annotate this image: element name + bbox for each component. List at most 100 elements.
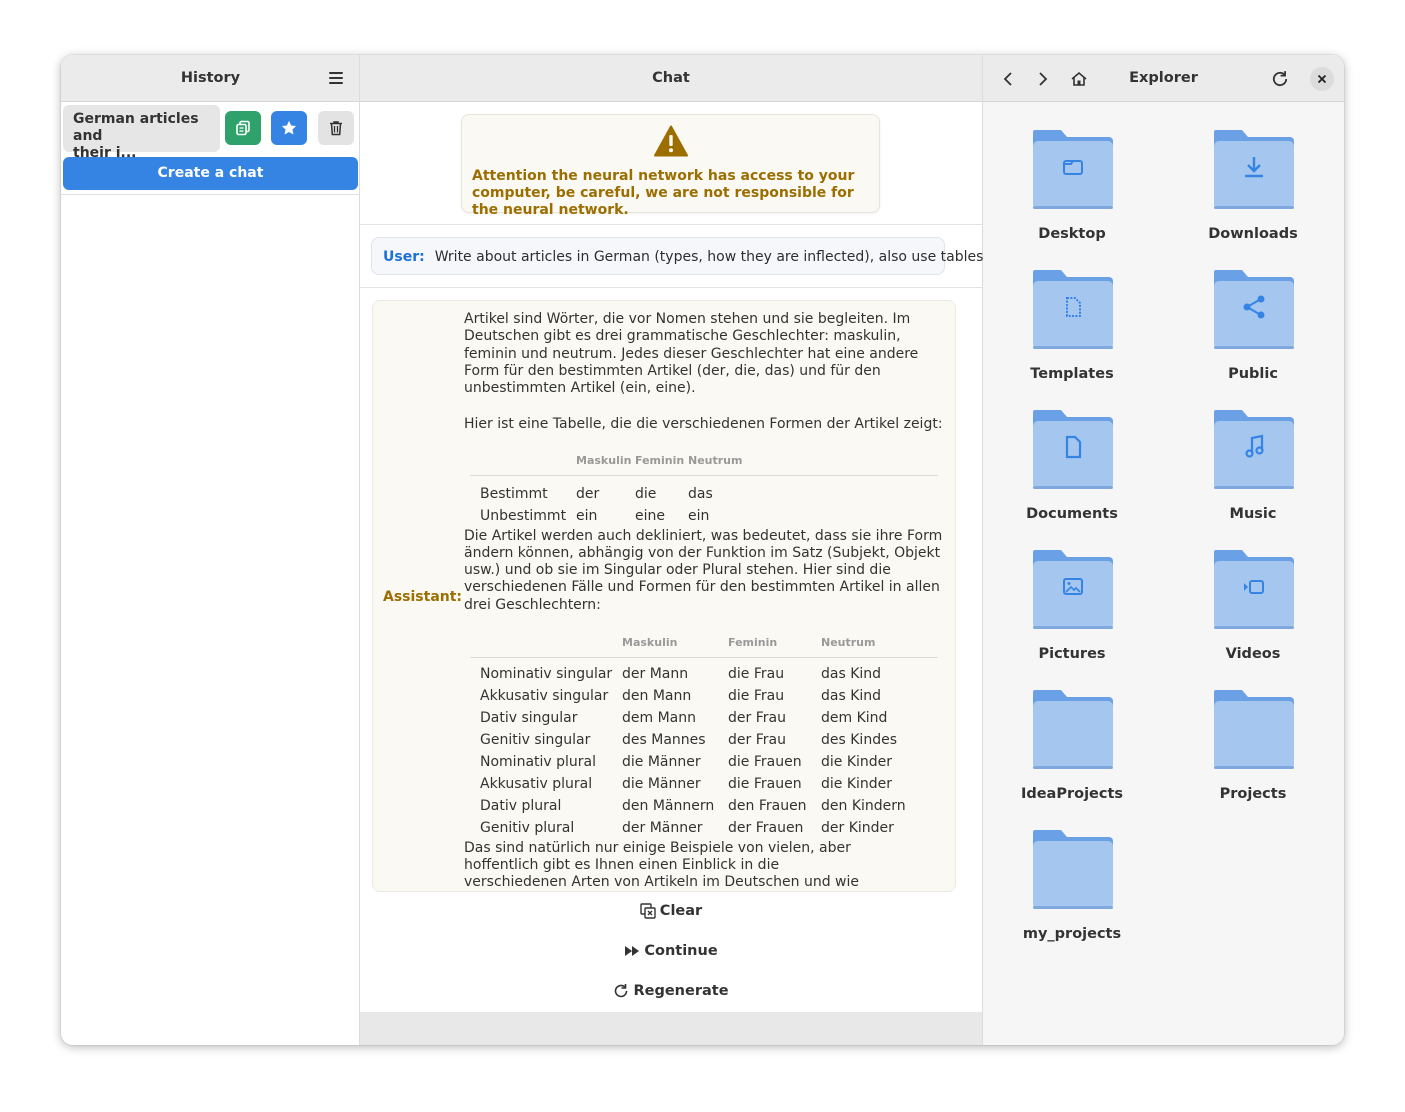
refresh-button[interactable] (1269, 68, 1291, 90)
table-cell: der Frau (728, 732, 786, 749)
table-cell: Unbestimmt (480, 507, 567, 524)
table-cell: der Männer (622, 820, 703, 837)
table-header-cell: Neutrum (688, 453, 743, 467)
table-cell: die Kinder (821, 776, 893, 793)
explorer-pane: Explorer Desktop Downloads Templates Public… (983, 55, 1344, 1045)
table-row: Akkusativ plural die Männer die Frauen die … (470, 774, 938, 796)
history-chat-row: German articles and their i... (63, 105, 358, 161)
table-cell: des Kindes (821, 732, 897, 749)
folder-templates[interactable]: Templates (1007, 258, 1137, 388)
table-cell: den Frauen (728, 798, 807, 815)
folder-projects[interactable]: Projects (1188, 678, 1318, 808)
folder-public[interactable]: Public (1188, 258, 1318, 388)
table-row: Dativ plural den Männern den Frauen den Kin… (470, 796, 938, 818)
folder-pictures[interactable]: Pictures (1007, 538, 1137, 668)
history-title: History (180, 70, 241, 86)
table-header-cell: Neutrum (821, 636, 876, 650)
table-cell: der (576, 485, 600, 502)
table-row: Akkusativ singular den Mann die Frau das Ki… (470, 686, 938, 708)
folder-documents[interactable]: Documents (1007, 398, 1137, 528)
table-cell: der Frauen (728, 820, 804, 837)
folder-icon (1214, 410, 1294, 489)
table-cell: der Kinder (821, 820, 894, 837)
favorite-chat-button[interactable] (271, 111, 307, 145)
folder-label: Pictures (1038, 646, 1106, 662)
table-row: Genitiv plural der Männer der Frauen der Ki… (470, 818, 938, 840)
folder-label: Desktop (1038, 226, 1106, 242)
fast-forward-icon (625, 946, 640, 956)
table-cell: des Mannes (622, 732, 706, 749)
table-cell: Akkusativ plural (480, 776, 593, 793)
folder-ideaprojects[interactable]: IdeaProjects (1007, 678, 1137, 808)
assistant-paragraph: Artikel sind Wörter, die vor Nomen stehe… (464, 311, 919, 397)
history-chat-item[interactable]: German articles and their i... (63, 105, 220, 161)
chat-pane: Chat Attention the neural network has ac… (360, 55, 988, 1045)
continue-button[interactable]: Continue (360, 943, 982, 959)
folder-label: my_projects (1022, 926, 1122, 942)
divider (360, 224, 982, 225)
table-header-row: Maskulin Feminin Neutrum (470, 634, 938, 658)
warning-text: Attention the neural network has access … (472, 168, 855, 218)
folder-icon (1033, 690, 1113, 769)
folder-label: IdeaProjects (1020, 786, 1124, 802)
user-message: User: Write about articles in German (typ… (371, 237, 988, 275)
table-cell: Genitiv singular (480, 732, 591, 749)
table-cell: dem Mann (622, 710, 696, 727)
clear-label: Clear (659, 903, 703, 919)
table-header-cell: Maskulin (622, 636, 678, 650)
assistant-message: Assistant: Artikel sind Wörter, die vor … (372, 300, 956, 892)
folder-label: Projects (1219, 786, 1287, 802)
table-cell: die Frau (728, 688, 785, 705)
assistant-paragraph: Das sind natürlich nur einige Beispiele … (464, 839, 859, 891)
chat-title-line: German articles and (73, 111, 199, 144)
table-cell: Nominativ singular (480, 666, 613, 683)
regenerate-label: Regenerate (633, 983, 729, 999)
table-cell: der Mann (622, 666, 689, 683)
folder-music[interactable]: Music (1188, 398, 1318, 528)
assistant-message-body: Artikel sind Wörter, die vor Nomen stehe… (464, 311, 954, 891)
folder-label: Videos (1225, 646, 1281, 662)
star-icon (281, 120, 297, 135)
table-header-cell: Maskulin (576, 453, 632, 467)
table-cell: die Männer (622, 754, 701, 771)
table-cell: das (688, 485, 713, 502)
trash-icon (330, 121, 342, 136)
table-cell: die (635, 485, 657, 502)
table-cell: den Kindern (821, 798, 906, 815)
menu-icon[interactable] (323, 69, 347, 89)
table-row: Nominativ plural die Männer die Frauen die … (470, 752, 938, 774)
close-button[interactable] (1310, 67, 1334, 91)
create-chat-button[interactable]: Create a chat (63, 157, 358, 190)
folder-label: Documents (1026, 506, 1118, 522)
continue-label: Continue (644, 943, 718, 959)
history-pane: History German articles and their i... C… (61, 55, 360, 1045)
table-row: Unbestimmt ein eine ein (470, 506, 938, 528)
delete-chat-button[interactable] (318, 111, 354, 145)
chat-input-area[interactable] (360, 1012, 982, 1045)
clear-button[interactable]: Clear (360, 903, 982, 919)
folder-icon (1033, 410, 1113, 489)
table-cell: Akkusativ singular (480, 688, 609, 705)
table-header-cell: Feminin (635, 453, 685, 467)
copy-icon (236, 120, 250, 136)
folder-icon (1033, 550, 1113, 629)
folder-my-projects[interactable]: my_projects (1007, 818, 1137, 948)
folder-downloads[interactable]: Downloads (1188, 118, 1318, 248)
folder-desktop[interactable]: Desktop (1007, 118, 1137, 248)
refresh-icon (1272, 71, 1288, 87)
folder-icon (1214, 270, 1294, 349)
regenerate-button[interactable]: Regenerate (360, 983, 982, 999)
folder-icon (1214, 130, 1294, 209)
table-header-cell (470, 634, 622, 658)
folder-icon (1214, 550, 1294, 629)
assistant-paragraph: Hier ist eine Tabelle, die die verschied… (464, 416, 943, 433)
table-cell: der Frau (728, 710, 786, 727)
folder-label: Templates (1030, 366, 1114, 382)
declension-table: Maskulin Feminin Neutrum Nominativ singu… (470, 634, 938, 840)
history-header: History (61, 55, 359, 102)
copy-chat-button[interactable] (225, 111, 261, 145)
folder-videos[interactable]: Videos (1188, 538, 1318, 668)
user-label: User: (383, 249, 425, 265)
table-row: Nominativ singular der Mann die Frau das Ki… (470, 664, 938, 686)
table-cell: eine (635, 507, 665, 524)
